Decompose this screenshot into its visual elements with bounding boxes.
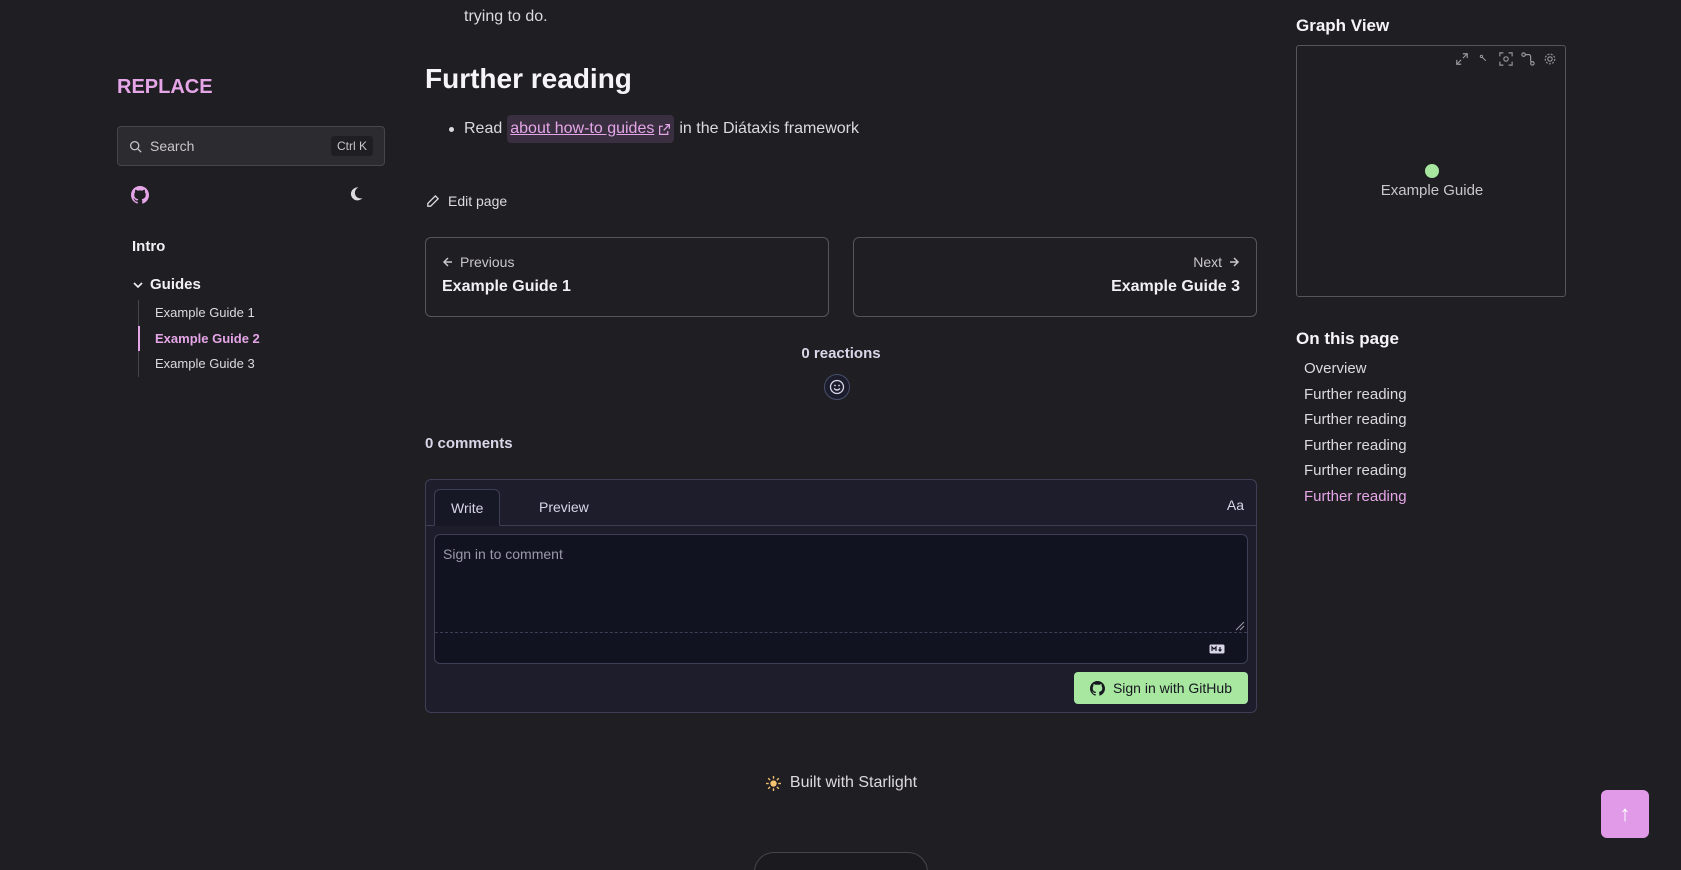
reading-suffix: in the Diátaxis framework [679,120,859,137]
focus-icon[interactable] [1499,52,1513,66]
pagination-next[interactable]: Next Example Guide 3 [853,237,1257,317]
edit-page-label: Edit page [448,193,508,209]
toc-heading: On this page [1296,329,1399,348]
pagination-previous-title: Example Guide 1 [442,278,571,295]
graph-node[interactable] [1425,164,1439,178]
comments-count: 0 comments [425,435,513,452]
back-to-top-button[interactable]: ↑ [1601,790,1649,838]
graph-toolbar [1455,52,1557,66]
github-icon [1089,680,1105,696]
gear-icon[interactable] [1543,52,1557,66]
sun-burst-icon [765,775,782,792]
pagination-next-label: Next [1193,254,1222,270]
comment-placeholder: Sign in to comment [443,546,563,562]
pencil-icon [425,194,440,209]
toc-item-further-reading[interactable]: Further reading [1304,382,1407,408]
link-icon[interactable] [1477,52,1491,66]
sign-in-with-github-button[interactable]: Sign in with GitHub [1073,672,1248,704]
sign-in-label: Sign in with GitHub [1112,680,1232,696]
sidebar-item-intro[interactable]: Intro [132,238,165,255]
sidebar-group-guides[interactable]: Guides [132,276,201,293]
pagination-next-title: Example Guide 3 [1111,278,1240,295]
pagination-previous-label: Previous [460,254,515,270]
graph-view-heading: Graph View [1296,16,1390,35]
built-with-starlight[interactable]: Built with Starlight [425,774,1257,792]
sidebar-item-example-guide-1[interactable]: Example Guide 1 [139,300,378,326]
reactions-count: 0 reactions [801,345,881,362]
arrow-right-icon [1228,256,1240,268]
search-label: Search [150,138,195,154]
sidebar-sublist: Example Guide 1 Example Guide 2 Example … [138,300,378,377]
resize-handle-icon[interactable] [1233,619,1245,631]
sidebar-item-example-guide-2[interactable]: Example Guide 2 [138,325,378,351]
reading-prefix: Read [464,120,503,137]
chevron-down-icon [132,279,144,291]
toc-item-overview[interactable]: Overview [1304,356,1407,382]
theme-toggle-moon-icon[interactable] [348,186,364,202]
tab-preview[interactable]: Preview [523,489,605,526]
textarea-divider [435,632,1247,633]
dev-toolbar[interactable] [754,852,928,870]
smiley-icon [829,379,845,395]
section-heading: Further reading [425,63,632,94]
toc-list: Overview Further reading Further reading… [1304,356,1407,509]
site-title[interactable]: REPLACE [117,76,213,99]
tab-write[interactable]: Write [434,489,501,526]
reading-list-item: Read about how-to guides in the Diátaxis… [449,115,859,143]
pagination-previous[interactable]: Previous Example Guide 1 [425,237,829,317]
comment-tabs: Write Preview Aa [426,480,1256,526]
toc-item-further-reading-current[interactable]: Further reading [1304,484,1407,510]
built-with-label: Built with Starlight [789,774,918,791]
toc-item-further-reading[interactable]: Further reading [1304,407,1407,433]
search-shortcut: Ctrl K [331,136,373,156]
list-bullet [449,126,454,132]
expand-icon[interactable] [1455,52,1469,66]
sidebar-group-label: Guides [150,276,201,293]
comment-form: Write Preview Aa Sign in to comment Sign… [425,479,1257,713]
search-button[interactable]: Search Ctrl K [117,126,385,166]
markdown-icon [1209,644,1225,654]
font-toggle-button[interactable]: Aa [1227,497,1244,513]
arrow-left-icon [442,256,454,268]
toc-item-further-reading[interactable]: Further reading [1304,458,1407,484]
github-icon[interactable] [131,186,149,204]
comment-textarea[interactable]: Sign in to comment [434,534,1248,664]
how-to-guides-link[interactable]: about how-to guides [507,115,675,143]
link-text: about how-to guides [510,120,655,137]
add-reaction-button[interactable] [824,374,850,400]
sidebar-item-example-guide-3[interactable]: Example Guide 3 [139,351,378,377]
search-icon [129,140,142,153]
graph-node-label: Example Guide [1380,182,1484,199]
edit-page-link[interactable]: Edit page [425,193,507,209]
branch-icon[interactable] [1521,52,1535,66]
toc-item-further-reading[interactable]: Further reading [1304,433,1407,459]
external-link-icon [658,123,671,136]
paragraph-tail: trying to do. [464,8,548,25]
graph-view-panel[interactable]: Example Guide [1296,45,1566,297]
